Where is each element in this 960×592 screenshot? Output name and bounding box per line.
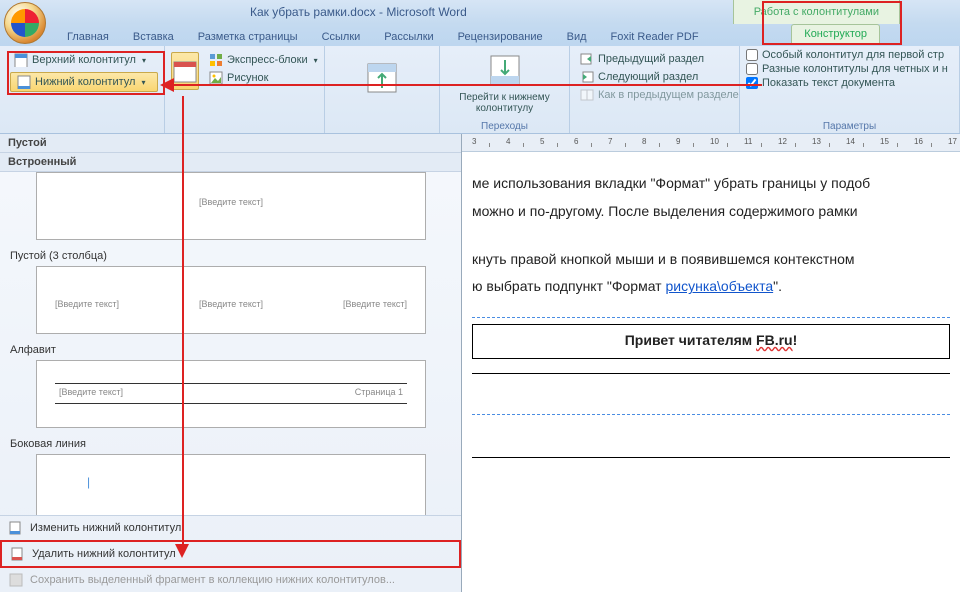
- document-area: 34567891011121314151617 ме использования…: [462, 134, 960, 592]
- edit-footer-item[interactable]: Изменить нижний колонтитул: [0, 516, 461, 540]
- calendar-icon: [172, 58, 198, 84]
- next-section-label: Следующий раздел: [598, 71, 698, 83]
- gallery-item-empty[interactable]: [Введите текст]: [36, 172, 426, 240]
- gallery-item-sideline[interactable]: |: [36, 454, 426, 515]
- odd-even-checkbox[interactable]: Разные колонтитулы для четных и н: [746, 62, 953, 76]
- annotation-arrow: [182, 96, 184, 546]
- goto-header-button[interactable]: [358, 54, 406, 102]
- save-footer-item: Сохранить выделенный фрагмент в коллекци…: [0, 568, 461, 592]
- arrow-head-icon: [175, 544, 189, 558]
- gallery-item-label: Пустой (3 столбца): [0, 244, 461, 266]
- office-button[interactable]: [4, 2, 46, 44]
- group-navigation-label: Переходы: [440, 121, 569, 132]
- blocks-icon: [209, 53, 223, 67]
- goto-footer-label: Перейти к нижнему колонтитулу: [459, 92, 549, 114]
- goto-footer-button[interactable]: [485, 52, 525, 92]
- tab-view[interactable]: Вид: [555, 28, 599, 46]
- footer-separator: [472, 414, 950, 415]
- chevron-down-icon: ▾: [314, 56, 318, 65]
- tab-insert[interactable]: Вставка: [121, 28, 186, 46]
- document-body[interactable]: ме использования вкладки "Формат" убрать…: [462, 152, 960, 468]
- tab-references[interactable]: Ссылки: [310, 28, 373, 46]
- doc-paragraph: можно и по-другому. После выделения соде…: [472, 200, 950, 224]
- link-prev-button[interactable]: Как в предыдущем разделе: [576, 87, 733, 103]
- gallery-footer: Изменить нижний колонтитул Удалить нижни…: [0, 515, 461, 592]
- footer-bottom-line: [472, 373, 950, 374]
- show-text-checkbox[interactable]: Показать текст документа: [746, 76, 953, 90]
- next-icon: [580, 70, 594, 84]
- quick-parts-label: Экспресс-блоки: [227, 54, 308, 66]
- highlight-design-tab: [762, 1, 902, 45]
- arrow-head-icon: [160, 78, 174, 92]
- goto-footer-icon: [485, 52, 525, 92]
- remove-footer-item[interactable]: Удалить нижний колонтитул: [0, 540, 461, 568]
- gallery-items: [Введите текст] Пустой (3 столбца) [Введ…: [0, 172, 461, 515]
- footer-separator: [472, 317, 950, 318]
- picture-label: Рисунок: [227, 72, 269, 84]
- ribbon-tabs: Главная Вставка Разметка страницы Ссылки…: [0, 24, 960, 46]
- tab-home[interactable]: Главная: [55, 28, 121, 46]
- save-icon: [8, 572, 24, 588]
- link-icon: [580, 88, 594, 102]
- doc-link[interactable]: рисунка\объекта: [665, 278, 773, 294]
- window-title: Как убрать рамки.docx - Microsoft Word: [250, 5, 467, 19]
- ruler[interactable]: 34567891011121314151617: [462, 134, 960, 152]
- prev-icon: [580, 52, 594, 66]
- group-options-label: Параметры: [740, 121, 959, 132]
- picture-icon: [209, 71, 223, 85]
- page-divider: [472, 457, 950, 458]
- gallery-item-label: Алфавит: [0, 338, 461, 360]
- content-area: Пустой Встроенный [Введите текст] Пустой…: [0, 134, 960, 592]
- tab-layout[interactable]: Разметка страницы: [186, 28, 310, 46]
- next-section-button[interactable]: Следующий раздел: [576, 69, 733, 85]
- footer-gallery: Пустой Встроенный [Введите текст] Пустой…: [0, 134, 462, 592]
- remove-icon: [10, 546, 26, 562]
- annotation-arrow: [170, 84, 762, 86]
- goto-header-icon: [364, 60, 400, 96]
- tab-review[interactable]: Рецензирование: [446, 28, 555, 46]
- gallery-section-builtin: Встроенный: [0, 153, 461, 172]
- tab-foxit[interactable]: Foxit Reader PDF: [599, 28, 711, 46]
- link-prev-label: Как в предыдущем разделе: [598, 89, 739, 101]
- gallery-item-3col[interactable]: [Введите текст] [Введите текст] [Введите…: [36, 266, 426, 334]
- prev-section-button[interactable]: Предыдущий раздел: [576, 51, 733, 67]
- doc-paragraph: ме использования вкладки "Формат" убрать…: [472, 172, 950, 196]
- prev-section-label: Предыдущий раздел: [598, 53, 704, 65]
- edit-icon: [8, 520, 24, 536]
- gallery-section-empty: Пустой: [0, 134, 461, 153]
- first-page-checkbox[interactable]: Особый колонтитул для первой стр: [746, 48, 953, 62]
- doc-paragraph: кнуть правой кнопкой мыши и в появившемс…: [472, 248, 950, 272]
- gallery-item-alphabet[interactable]: [Введите текст] Страница 1: [36, 360, 426, 428]
- footer-content-box[interactable]: Привет читателям FB.ru!: [472, 324, 950, 359]
- quick-parts-button[interactable]: Экспресс-блоки ▾: [205, 52, 322, 68]
- gallery-item-label: Боковая линия: [0, 432, 461, 454]
- tab-mailings[interactable]: Рассылки: [372, 28, 445, 46]
- highlight-footer-button: [7, 51, 165, 95]
- doc-paragraph: ю выбрать подпункт "Формат рисунка\объек…: [472, 275, 950, 299]
